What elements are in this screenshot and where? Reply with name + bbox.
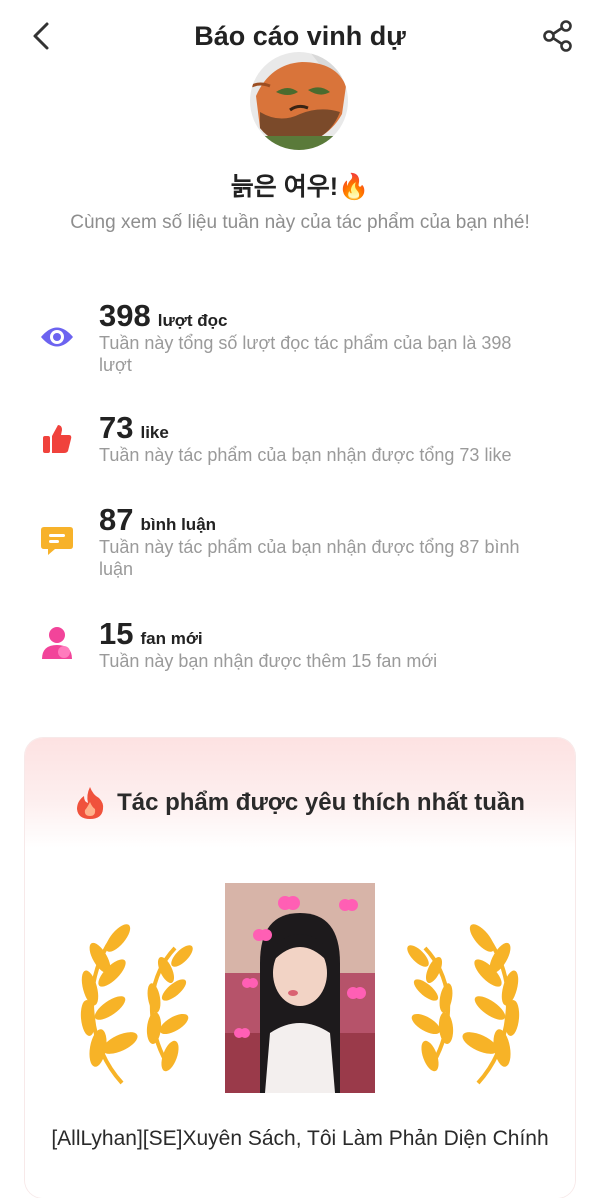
- book-title[interactable]: [AllLyhan][SE]Xuyên Sách, Tôi Làm Phản D…: [0, 1124, 600, 1154]
- user-icon: [40, 626, 74, 660]
- favorite-work-title: Tác phẩm được yêu thích nhất tuần: [117, 789, 525, 816]
- subtitle: Cùng xem số liệu tuần này của tác phẩm c…: [70, 212, 530, 233]
- flame-icon: [77, 787, 104, 819]
- stat-unit: lượt đọc: [157, 311, 228, 330]
- laurel-wreath-right-icon: [407, 924, 520, 1085]
- stat-description: Tuần này tổng số lượt đọc tác phẩm của b…: [99, 333, 512, 375]
- stat-unit: bình luận: [140, 515, 217, 534]
- page-title: Báo cáo vinh dự: [194, 21, 406, 51]
- thumbs-up-icon: [40, 422, 74, 456]
- share-button[interactable]: [540, 18, 576, 54]
- stat-value: 73: [99, 410, 134, 445]
- book-cover-image[interactable]: [225, 883, 375, 1093]
- stat-description: Tuần này bạn nhận được thêm 15 fan mới: [99, 651, 438, 671]
- favorite-work-header: Tác phẩm được yêu thích nhất tuần: [0, 786, 600, 820]
- laurel-wreath-left-icon: [80, 924, 193, 1085]
- stat-unit: like: [140, 423, 169, 442]
- stat-value: 398: [99, 298, 151, 333]
- comment-icon: [40, 524, 74, 558]
- avatar[interactable]: [250, 52, 348, 150]
- share-icon: [543, 20, 572, 52]
- username: 늙은 여우!🔥: [230, 173, 370, 201]
- stat-value: 15: [99, 616, 134, 651]
- stat-unit: fan mới: [140, 629, 203, 648]
- stat-value: 87: [99, 502, 134, 537]
- eye-icon: [40, 320, 74, 354]
- fox-avatar-image: [250, 52, 348, 150]
- stat-description: Tuần này tác phẩm của bạn nhận được tổng…: [99, 537, 520, 579]
- stat-description: Tuần này tác phẩm của bạn nhận được tổng…: [99, 445, 512, 465]
